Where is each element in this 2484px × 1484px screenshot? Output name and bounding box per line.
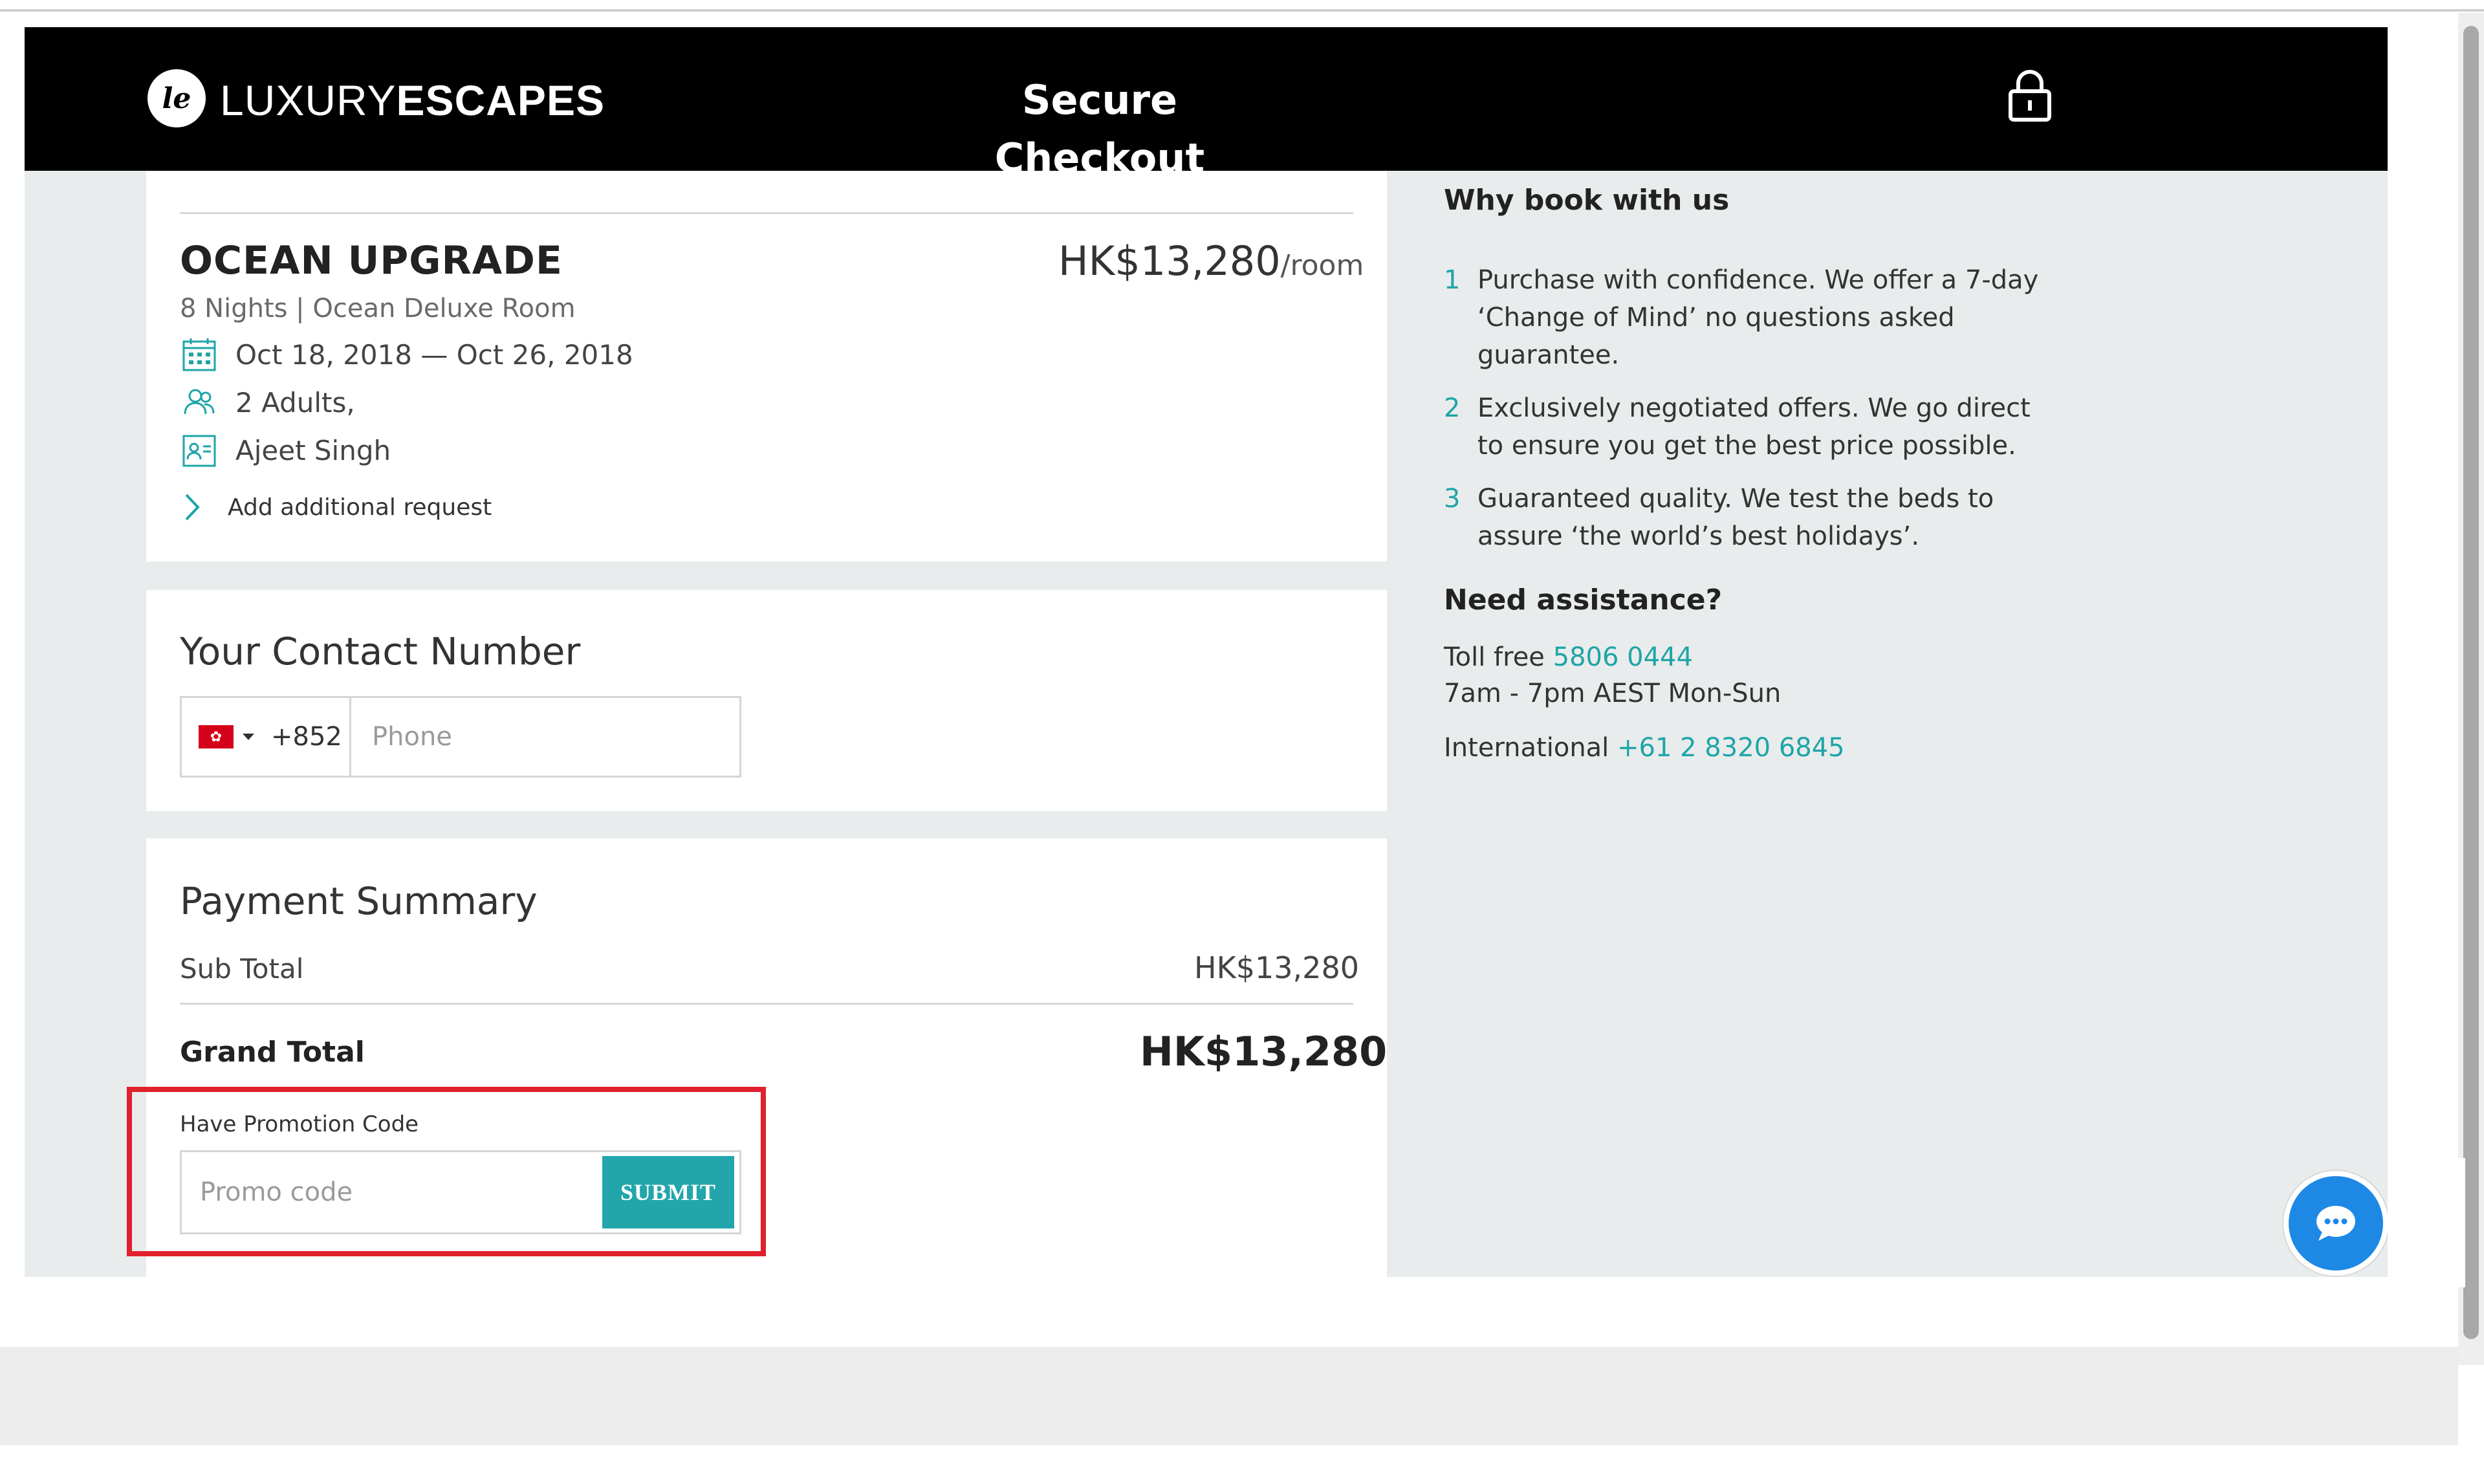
chat-button[interactable] [2283, 1171, 2388, 1276]
guest-name-label: Ajeet Singh [235, 434, 391, 466]
assistance-title: Need assistance? [1444, 584, 1723, 617]
grand-total-label: Grand Total [180, 1036, 365, 1069]
chat-icon [2316, 1206, 2355, 1241]
payment-section-title: Payment Summary [180, 879, 538, 923]
page-title: Secure Checkout [994, 76, 1205, 182]
phone-input[interactable] [354, 698, 739, 776]
chevron-right-icon [185, 494, 200, 521]
divider [180, 212, 1353, 214]
caret-down-icon [243, 734, 254, 740]
room-price-unit: /room [1280, 249, 1364, 282]
contact-card-icon [182, 435, 216, 467]
dates-row: Oct 18, 2018 — Oct 26, 2018 [181, 336, 633, 373]
logo-wordmark[interactable]: LUXURYESCAPES [220, 71, 605, 129]
subtotal-label: Sub Total [180, 953, 304, 985]
chat-clip-mask [2388, 1158, 2465, 1287]
logo-word-luxury: LUXURY [220, 76, 397, 124]
window-top-border [0, 9, 2484, 12]
toll-free-label: Toll free [1444, 642, 1545, 672]
reason-text: Purchase with confidence. We offer a 7-d… [1477, 265, 2039, 370]
hk-flag-icon: ✿ [199, 725, 234, 748]
promo-code-label: Have Promotion Code [180, 1111, 419, 1137]
reason-number: 1 [1444, 265, 1461, 295]
dates-label: Oct 18, 2018 — Oct 26, 2018 [235, 338, 633, 371]
dial-code: +852 [271, 722, 342, 752]
country-code-select[interactable]: ✿ +852 [182, 698, 351, 776]
international-label: International [1444, 733, 1609, 763]
guests-label: 2 Adults, [235, 386, 355, 419]
room-price: HK$13,280/room [1058, 237, 1364, 290]
scrollbar-thumb[interactable] [2463, 26, 2479, 1339]
why-book-title: Why book with us [1444, 184, 1730, 217]
reason-item: 3 Guaranteed quality. We test the beds t… [1444, 480, 2065, 558]
reason-text: Exclusively negotiated offers. We go dir… [1477, 393, 2031, 461]
reason-number: 2 [1444, 393, 1461, 423]
add-request-link[interactable]: Add additional request [182, 489, 492, 525]
guest-name-row: Ajeet Singh [181, 432, 391, 468]
grand-total-value: HK$13,280 [1140, 1028, 1388, 1075]
reason-text: Guaranteed quality. We test the beds to … [1477, 484, 1994, 551]
reason-item: 2 Exclusively negotiated offers. We go d… [1444, 389, 2065, 467]
support-hours: 7am - 7pm AEST Mon-Sun [1444, 679, 1781, 708]
calendar-icon [182, 338, 216, 371]
add-request-label: Add additional request [228, 494, 492, 521]
reason-item: 1 Purchase with confidence. We offer a 7… [1444, 261, 2065, 378]
svg-text:le: le [162, 82, 191, 115]
promo-code-field: SUBMIT [180, 1150, 741, 1234]
lock-icon [2009, 70, 2051, 122]
contact-section-title: Your Contact Number [180, 629, 581, 673]
guests-row: 2 Adults, [181, 384, 355, 420]
international-line: International +61 2 8320 6845 [1444, 730, 1845, 766]
phone-field: ✿ +852 [180, 696, 741, 778]
logo-mark-icon[interactable]: le [147, 69, 206, 127]
divider [180, 1003, 1353, 1005]
subtotal-value: HK$13,280 [1194, 950, 1359, 985]
reason-number: 3 [1444, 484, 1461, 514]
offer-title: OCEAN UPGRADE [180, 238, 563, 283]
toll-free-number-link[interactable]: 5806 0444 [1553, 642, 1693, 672]
toll-free-line: Toll free 5806 0444 [1444, 639, 1693, 675]
international-number-link[interactable]: +61 2 8320 6845 [1617, 733, 1845, 763]
logo-word-escapes: ESCAPES [396, 76, 605, 124]
promo-code-input[interactable] [182, 1152, 596, 1232]
room-price-value: HK$13,280 [1058, 237, 1281, 285]
guests-icon [184, 389, 215, 415]
submit-promo-button[interactable]: SUBMIT [602, 1156, 734, 1228]
footer-band [0, 1347, 2458, 1445]
offer-subtitle: 8 Nights | Ocean Deluxe Room [180, 294, 576, 323]
